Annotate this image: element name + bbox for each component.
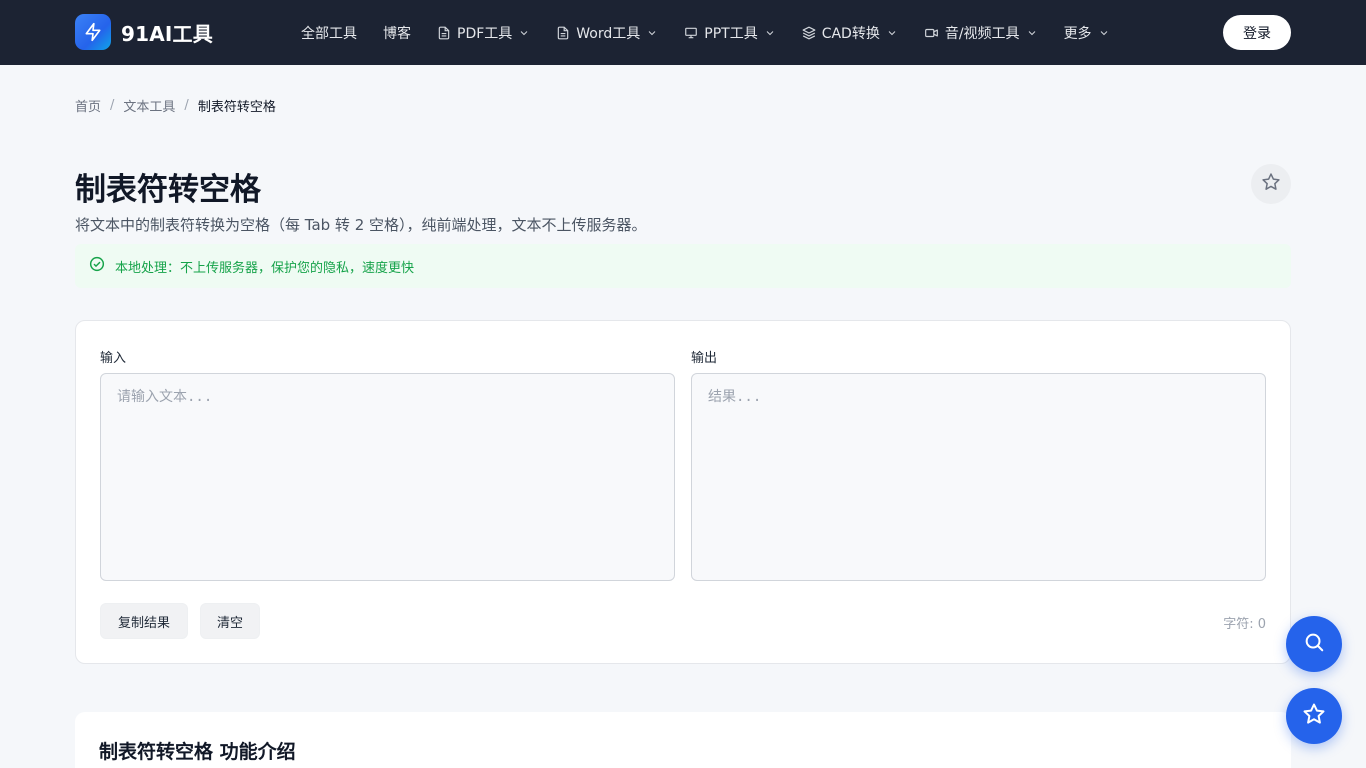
page-title: 制表符转空格 xyxy=(75,172,261,208)
breadcrumb: 首页 / 文本工具 / 制表符转空格 xyxy=(75,96,276,115)
page-description: 将文本中的制表符转换为空格（每 Tab 转 2 空格），纯前端处理，文本不上传服… xyxy=(75,216,647,234)
nav-all-tools[interactable]: 全部工具 xyxy=(301,23,357,43)
intro-section: 制表符转空格 功能介绍 xyxy=(75,712,1291,768)
breadcrumb-home[interactable]: 首页 xyxy=(75,96,101,115)
char-count: 字符: 0 xyxy=(1223,617,1266,632)
file-icon xyxy=(437,26,451,40)
star-icon xyxy=(1261,172,1281,196)
tool-card: 输入 输出 复制结果 清空 字符: 0 xyxy=(75,320,1291,664)
video-icon xyxy=(924,26,939,40)
presentation-icon xyxy=(684,26,698,40)
nav-ppt-tools[interactable]: PPT工具 xyxy=(684,23,775,43)
breadcrumb-category[interactable]: 文本工具 xyxy=(123,96,175,115)
output-label: 输出 xyxy=(691,351,718,366)
nav-label: 博客 xyxy=(383,25,411,42)
output-textarea[interactable] xyxy=(691,373,1266,581)
breadcrumb-separator: / xyxy=(184,98,189,113)
nav-label: PDF工具 xyxy=(457,25,513,42)
nav-word-tools[interactable]: Word工具 xyxy=(556,23,658,43)
floating-favorite-button[interactable] xyxy=(1286,688,1342,744)
top-navbar: 91AI工具 全部工具 博客 PDF工具 Word工具 PPT工具 CAD转换 … xyxy=(0,0,1366,65)
chevron-down-icon xyxy=(518,27,530,39)
breadcrumb-current: 制表符转空格 xyxy=(197,100,276,115)
lightning-bolt-icon xyxy=(75,14,111,50)
chevron-down-icon xyxy=(646,27,658,39)
floating-search-button[interactable] xyxy=(1286,616,1342,672)
logo-text: 91AI工具 xyxy=(121,21,213,46)
input-label: 输入 xyxy=(100,351,127,366)
star-icon xyxy=(1302,702,1326,730)
nav-av-tools[interactable]: 音/视频工具 xyxy=(924,23,1038,43)
nav-blog[interactable]: 博客 xyxy=(383,23,411,43)
chevron-down-icon xyxy=(1098,27,1110,39)
chevron-down-icon xyxy=(764,27,776,39)
copy-result-button[interactable]: 复制结果 xyxy=(100,603,188,639)
intro-title: 制表符转空格 功能介绍 xyxy=(99,741,296,763)
nav-label: PPT工具 xyxy=(704,25,758,42)
nav-label: Word工具 xyxy=(576,25,641,42)
layers-icon xyxy=(802,26,816,40)
nav-pdf-tools[interactable]: PDF工具 xyxy=(437,23,530,43)
notice-text: 本地处理：不上传服务器，保护您的隐私，速度更快 xyxy=(115,260,415,276)
login-button[interactable]: 登录 xyxy=(1223,15,1291,50)
nav-label: 全部工具 xyxy=(301,25,357,42)
nav-label: 更多 xyxy=(1063,25,1092,42)
file-icon xyxy=(556,26,570,40)
breadcrumb-separator: / xyxy=(110,98,115,113)
nav-label: 音/视频工具 xyxy=(944,25,1020,42)
main-nav: 全部工具 博客 PDF工具 Word工具 PPT工具 CAD转换 音/视频工具 … xyxy=(301,0,1136,65)
site-logo[interactable]: 91AI工具 xyxy=(75,14,213,50)
chevron-down-icon xyxy=(1026,27,1038,39)
privacy-notice: 本地处理：不上传服务器，保护您的隐私，速度更快 xyxy=(75,244,1291,288)
nav-label: CAD转换 xyxy=(821,25,880,42)
favorite-button[interactable] xyxy=(1251,164,1291,204)
chevron-down-icon xyxy=(886,27,898,39)
nav-more[interactable]: 更多 xyxy=(1064,23,1110,43)
clear-button[interactable]: 清空 xyxy=(200,603,260,639)
nav-cad-convert[interactable]: CAD转换 xyxy=(802,23,898,43)
input-textarea[interactable] xyxy=(100,373,675,581)
search-icon xyxy=(1303,631,1325,657)
check-circle-icon xyxy=(89,256,105,276)
